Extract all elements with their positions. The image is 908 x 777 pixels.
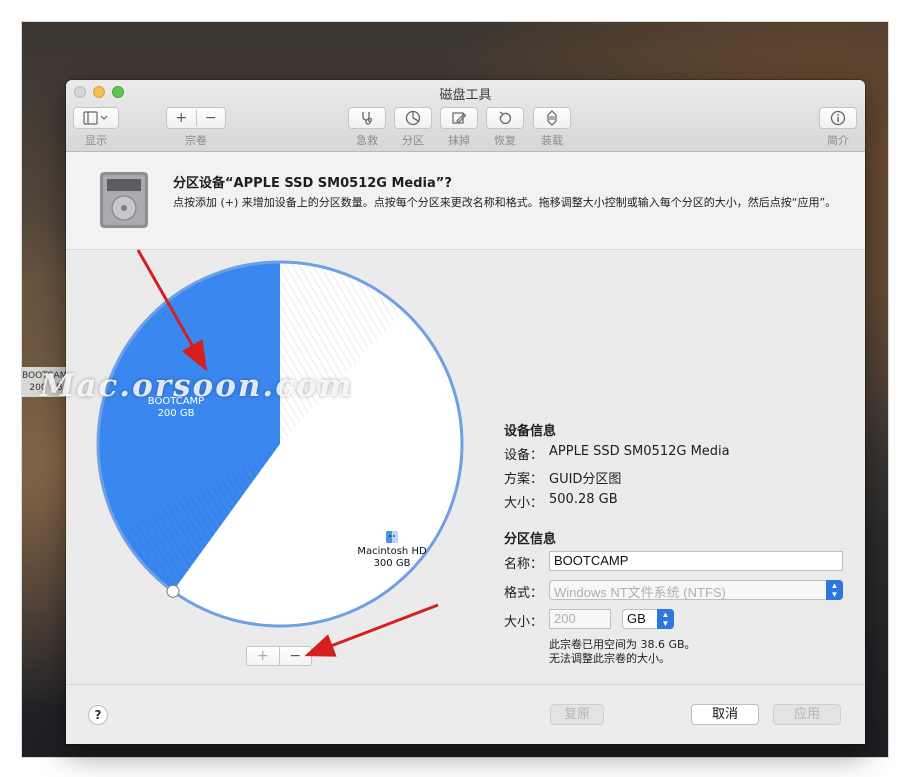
format-select[interactable]: Windows NT文件系统 (NTFS) ▲ ▼ [549, 580, 843, 600]
remove-volume-button[interactable]: − [197, 110, 226, 126]
volume-button-group: + − [166, 107, 226, 129]
macintosh-slice-size: 300 GB [373, 558, 411, 569]
bootcamp-slice-size: 200 GB [157, 408, 195, 419]
restore-button[interactable] [486, 107, 524, 129]
scheme-value: GUID分区图 [549, 472, 622, 487]
first-aid-button[interactable] [348, 107, 386, 129]
erase-label: 抹掉 [448, 134, 470, 147]
add-volume-button[interactable]: + [167, 110, 197, 126]
display-label: 显示 [85, 134, 107, 147]
format-key: 格式： [504, 586, 544, 601]
cancel-button[interactable]: 取消 [691, 704, 759, 725]
size-unit-select[interactable]: GB ▲ ▼ [622, 609, 674, 629]
watermark-text: Mac.orsoon.com [40, 368, 354, 404]
partition-name-field[interactable]: BOOTCAMP [549, 551, 843, 571]
partition-resize-handle[interactable] [166, 584, 180, 598]
add-partition-button[interactable]: + [247, 647, 280, 665]
macintosh-slice-name: Macintosh HD [357, 546, 427, 557]
mount-icon [547, 110, 557, 126]
device-info-title: 设备信息 [504, 424, 557, 439]
partition-prompt-header: 分区设备“APPLE SSD SM0512G Media”? 点按添加 (+) … [66, 152, 865, 250]
device-value: APPLE SSD SM0512G Media [549, 444, 730, 459]
device-size-key: 大小： [504, 496, 544, 511]
partition-pie-chart [96, 260, 464, 628]
used-space-note: 此宗卷已用空间为 38.6 GB。 [549, 638, 696, 651]
partition-editor: BOOTCAMP 200 GB Macintosh HD 300 GB 设备信息… [66, 250, 865, 684]
device-size-value: 500.28 GB [549, 492, 618, 507]
info-label: 简介 [827, 134, 849, 147]
window-title: 磁盘工具 [439, 88, 492, 103]
dialog-footer: ? 复原 取消 应用 [66, 684, 865, 744]
unit-updown-arrows-icon: ▲ ▼ [657, 609, 674, 629]
mount-label: 装载 [541, 134, 563, 147]
partition-prompt-title: 分区设备“APPLE SSD SM0512G Media”? [173, 176, 452, 191]
size-note: 此宗卷已用空间为 38.6 GB。 无法调整此宗卷的大小。 [549, 638, 696, 666]
size-unit-value: GB [627, 611, 646, 626]
partition-add-remove-group: + − [246, 646, 312, 666]
partition-size-field[interactable]: 200 [549, 609, 611, 629]
remove-partition-button[interactable]: − [280, 647, 312, 665]
volume-label: 宗卷 [185, 134, 207, 147]
disk-utility-window: 磁盘工具 显示 + − 宗卷 急救 分区 抹掉 恢复 装载 简介 分区设备“AP… [66, 80, 865, 744]
info-button[interactable] [819, 107, 857, 129]
hard-drive-icon [100, 172, 148, 228]
mount-button[interactable] [533, 107, 571, 129]
partition-info-title: 分区信息 [504, 532, 557, 547]
revert-button[interactable]: 复原 [550, 704, 604, 725]
first-aid-label: 急救 [356, 134, 378, 147]
display-toggle-button[interactable] [73, 107, 119, 129]
stethoscope-icon [362, 112, 373, 125]
info-icon [830, 110, 846, 126]
partition-size-key: 大小： [504, 615, 544, 630]
partition-label: 分区 [402, 134, 424, 147]
sidebar-icon [83, 111, 108, 125]
finder-icon [386, 531, 398, 543]
updown-arrows-icon: ▲ ▼ [826, 580, 843, 600]
device-key: 设备： [504, 448, 544, 463]
format-select-value: Windows NT文件系统 (NTFS) [554, 585, 726, 600]
macintosh-slice-label[interactable]: Macintosh HD 300 GB [352, 530, 432, 570]
help-button[interactable]: ? [88, 705, 108, 725]
titlebar-toolbar: 磁盘工具 显示 + − 宗卷 急救 分区 抹掉 恢复 装载 简介 [66, 80, 865, 152]
partition-button[interactable] [394, 107, 432, 129]
partition-pie-icon [405, 110, 421, 126]
erase-button[interactable] [440, 107, 478, 129]
cannot-resize-note: 无法调整此宗卷的大小。 [549, 652, 670, 665]
scheme-key: 方案： [504, 472, 544, 487]
restore-arrow-icon [499, 111, 512, 125]
apply-button[interactable]: 应用 [773, 704, 841, 725]
name-key: 名称： [504, 557, 544, 572]
restore-label: 恢复 [494, 134, 516, 147]
erase-pencil-icon [452, 112, 467, 124]
partition-prompt-description: 点按添加 (+) 来增加设备上的分区数量。点按每个分区来更改名称和格式。拖移调整… [173, 196, 837, 209]
